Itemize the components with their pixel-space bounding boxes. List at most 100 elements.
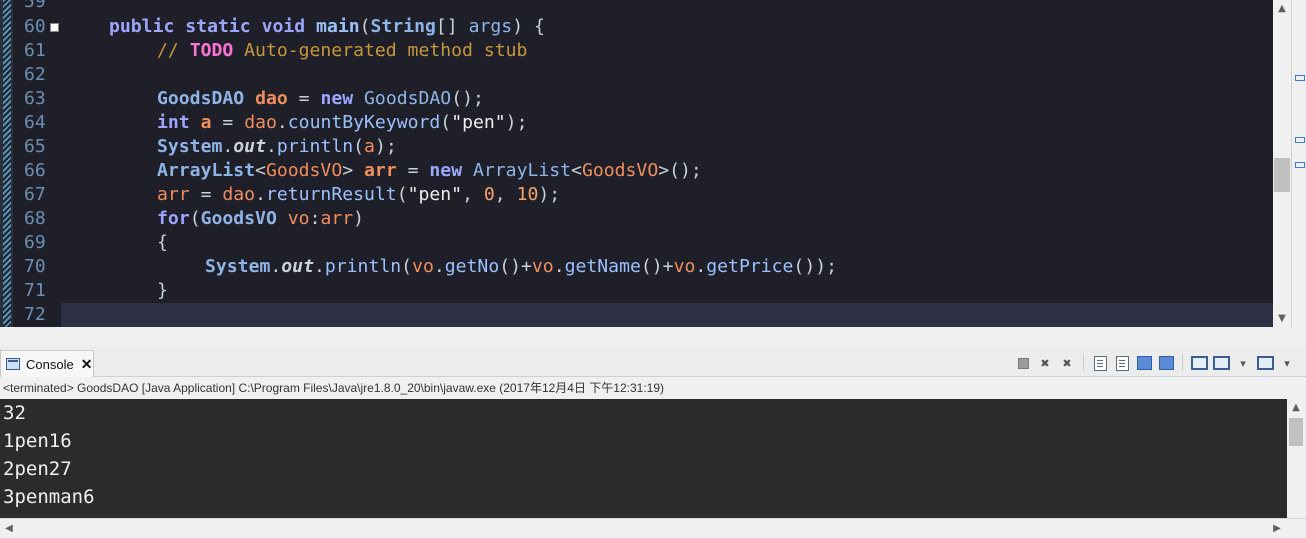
scrollbar-thumb[interactable] [1289, 418, 1303, 446]
scrollbar-thumb[interactable] [1274, 158, 1290, 192]
punct: . [255, 184, 266, 205]
scroll-left-arrow-icon[interactable]: ◀ [0, 520, 18, 537]
punct: ) [353, 208, 365, 229]
terminate-button[interactable] [1014, 355, 1032, 371]
scroll-down-arrow-icon[interactable]: ▼ [1273, 310, 1291, 327]
show-on-output-button[interactable] [1157, 355, 1175, 371]
editor-left-ruler [0, 0, 13, 327]
remove-launch-button[interactable]: ✖ [1036, 355, 1054, 371]
line-number: 66 [24, 160, 46, 181]
code-line-60[interactable]: public static void main(String[] args) { [109, 15, 545, 39]
punct: , [494, 184, 517, 205]
keyword: for [157, 208, 190, 229]
code-line-71[interactable]: } [157, 279, 168, 303]
keyword: public [109, 16, 175, 37]
code-line-70[interactable]: System.out.println(vo.getNo()+vo.getName… [205, 255, 837, 279]
overview-marker[interactable] [1295, 162, 1305, 168]
type-name: ArrayList [473, 160, 572, 181]
punct: . [222, 136, 234, 157]
param-name: args [468, 16, 513, 37]
punct: . [313, 256, 325, 277]
display-selected-console-button[interactable] [1212, 355, 1230, 371]
punct: ()+ [499, 256, 532, 277]
brace: { [157, 232, 168, 253]
editor-vertical-scrollbar[interactable]: ▲ ▼ [1273, 0, 1291, 327]
line-number: 70 [24, 256, 46, 277]
chevron-down-icon: ▾ [1284, 356, 1290, 370]
line-number: 59 [24, 0, 46, 12]
editor-horizontal-scrollbar[interactable] [0, 327, 1306, 347]
keyword: int [157, 112, 190, 133]
punct: , [462, 184, 484, 205]
string-literal: "pen" [407, 184, 463, 205]
variable: dao [222, 184, 256, 205]
code-editor[interactable]: 59 60 61 62 63 64 65 66 67 68 69 70 71 7… [0, 0, 1291, 327]
code-line-66[interactable]: ArrayList<GoodsVO> arr = new ArrayList<G… [157, 159, 702, 183]
number-literal: 0 [483, 184, 495, 205]
open-console-button[interactable] [1256, 355, 1274, 371]
punct: . [276, 112, 288, 133]
close-icon[interactable]: ✕ [81, 356, 93, 373]
punct: [] [435, 16, 458, 37]
type-name: System [157, 136, 223, 157]
variable: vo [673, 256, 696, 277]
pin-console-button[interactable] [1190, 355, 1208, 371]
open-console-icon [1256, 356, 1274, 370]
variable: a [364, 136, 375, 157]
keyword: new [429, 160, 463, 181]
comment: // [157, 40, 190, 61]
scroll-right-arrow-icon[interactable]: ▶ [1268, 520, 1286, 537]
code-line-68[interactable]: for(GoodsVO vo:arr) [157, 207, 364, 231]
punct: < [255, 160, 266, 181]
word-wrap-button[interactable] [1135, 355, 1153, 371]
line-number-ruler: 59 60 61 62 63 64 65 66 67 68 69 70 71 7… [13, 0, 58, 327]
punct [277, 208, 288, 229]
console-horizontal-scrollbar[interactable]: ◀ ▶ [0, 518, 1306, 538]
output-line: 1pen16 [3, 430, 72, 452]
punct: ( [359, 16, 371, 37]
console-vertical-scrollbar[interactable]: ▲ [1287, 399, 1306, 518]
code-line-67[interactable]: arr = dao.returnResult("pen", 0, 10); [157, 183, 560, 207]
open-console-dropdown-button[interactable]: ▾ [1278, 355, 1296, 371]
display-console-icon [1212, 356, 1230, 370]
method-call: println [276, 136, 354, 157]
number-literal: 10 [516, 184, 539, 205]
variable: dao [244, 112, 277, 133]
tab-console[interactable]: Console ✕ [0, 350, 94, 377]
show-console-icon [1158, 356, 1174, 370]
scroll-lock-button[interactable] [1113, 355, 1131, 371]
line-number: 72 [24, 304, 46, 325]
pin-icon [1190, 356, 1208, 370]
scroll-up-arrow-icon[interactable]: ▲ [1287, 399, 1305, 416]
variable: vo [531, 256, 554, 277]
code-line-69[interactable]: { [157, 231, 168, 255]
method-call: countByKeyword [287, 112, 441, 133]
punct: > [342, 160, 354, 181]
string-literal: "pen" [451, 112, 506, 133]
overview-ruler[interactable] [1291, 0, 1306, 327]
overview-marker[interactable] [1295, 75, 1305, 81]
clear-console-button[interactable] [1091, 355, 1109, 371]
remove-all-terminated-button[interactable]: ✖ [1058, 355, 1076, 371]
variable: arr [157, 184, 190, 205]
punct: < [571, 160, 582, 181]
type-name: System [205, 256, 271, 277]
code-line-61[interactable]: // TODO Auto-generated method stub [157, 39, 527, 63]
type-name: GoodsVO [200, 208, 277, 229]
method-call: returnResult [265, 184, 397, 205]
code-line-64[interactable]: int a = dao.countByKeyword("pen"); [157, 111, 527, 135]
stop-icon [1017, 357, 1029, 369]
display-dropdown-button[interactable]: ▾ [1234, 355, 1252, 371]
punct: = [211, 112, 245, 133]
code-line-65[interactable]: System.out.println(a); [157, 135, 397, 159]
overview-marker[interactable] [1295, 137, 1305, 143]
line-number: 68 [24, 208, 46, 229]
console-output[interactable]: 32 1pen16 2pen27 3penman6 [0, 399, 1287, 518]
change-marker-stripe [3, 0, 11, 327]
scroll-up-arrow-icon[interactable]: ▲ [1273, 0, 1291, 17]
variable: a [200, 112, 212, 133]
code-line-63[interactable]: GoodsDAO dao = new GoodsDAO(); [157, 87, 484, 111]
current-line-highlight [61, 303, 1273, 327]
clear-console-icon [1093, 355, 1107, 371]
line-number: 61 [24, 40, 46, 61]
